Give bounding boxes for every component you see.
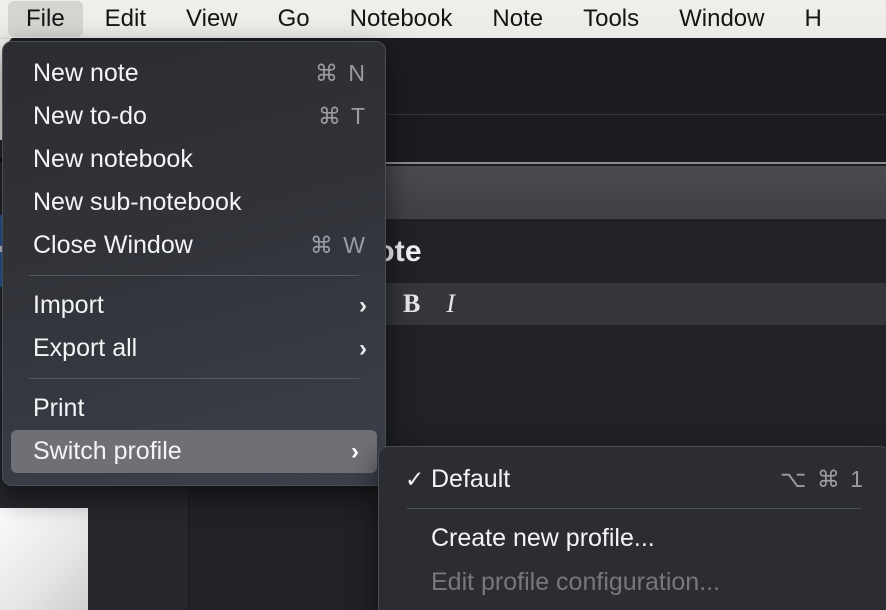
submenu-item-label: Create new profile... <box>431 524 865 553</box>
menu-item-shortcut: ⌘ N <box>315 60 367 87</box>
menu-item-print[interactable]: Print <box>3 387 385 430</box>
submenu-item-label: Edit profile configuration... <box>431 568 865 597</box>
menu-item-close-window[interactable]: Close Window ⌘ W <box>3 224 385 267</box>
menubar-item-help[interactable]: H <box>786 1 839 37</box>
menu-item-new-sub-notebook[interactable]: New sub-notebook <box>3 181 385 224</box>
chevron-right-icon: › <box>359 292 367 320</box>
submenu-item-create-new-profile[interactable]: Create new profile... <box>379 516 886 560</box>
switch-profile-submenu: ✓ Default ⌥ ⌘ 1 Create new profile... Ed… <box>378 446 886 610</box>
menubar-item-notebook[interactable]: Notebook <box>332 1 471 37</box>
checkmark-icon: ✓ <box>405 466 431 493</box>
menu-item-new-notebook[interactable]: New notebook <box>3 138 385 181</box>
menubar-item-tools[interactable]: Tools <box>565 1 657 37</box>
menu-item-label: Print <box>33 394 367 423</box>
menu-item-label: Import <box>33 291 359 320</box>
menu-item-import[interactable]: Import › <box>3 284 385 327</box>
menubar-item-edit[interactable]: Edit <box>87 1 164 37</box>
menubar-item-window[interactable]: Window <box>661 1 782 37</box>
chevron-right-icon: › <box>351 438 359 466</box>
file-menu-dropdown: New note ⌘ N New to-do ⌘ T New notebook … <box>2 41 386 486</box>
menu-item-label: Export all <box>33 334 359 363</box>
chevron-right-icon: › <box>359 335 367 363</box>
desktop-background <box>0 508 88 610</box>
menubar-item-go[interactable]: Go <box>260 1 328 37</box>
menubar-item-view[interactable]: View <box>168 1 256 37</box>
menu-item-new-note[interactable]: New note ⌘ N <box>3 52 385 95</box>
submenu-item-edit-profile-configuration: Edit profile configuration... <box>379 560 886 604</box>
menu-item-label: New sub-notebook <box>33 188 367 217</box>
menu-bar: File Edit View Go Notebook Note Tools Wi… <box>0 0 886 38</box>
menu-item-label: Switch profile <box>33 437 351 466</box>
menu-item-label: New to-do <box>33 102 318 131</box>
submenu-item-label: Default <box>431 465 780 494</box>
italic-icon[interactable]: I <box>446 289 455 319</box>
menubar-item-file[interactable]: File <box>8 1 83 37</box>
menubar-item-note[interactable]: Note <box>474 1 561 37</box>
menu-separator <box>29 275 359 276</box>
submenu-item-default[interactable]: ✓ Default ⌥ ⌘ 1 <box>379 457 886 501</box>
bold-icon[interactable]: B <box>403 289 420 319</box>
menu-item-export-all[interactable]: Export all › <box>3 327 385 370</box>
menu-item-new-to-do[interactable]: New to-do ⌘ T <box>3 95 385 138</box>
menu-item-label: New note <box>33 59 315 88</box>
menu-item-shortcut: ⌘ T <box>318 103 367 130</box>
screen: ith Google or enter address New to-do <box>0 0 886 610</box>
menu-separator <box>29 378 359 379</box>
menu-item-label: New notebook <box>33 145 367 174</box>
submenu-item-shortcut: ⌥ ⌘ 1 <box>780 466 865 493</box>
menu-item-switch-profile[interactable]: Switch profile › <box>11 430 377 473</box>
submenu-separator <box>407 508 861 509</box>
menu-item-label: Close Window <box>33 231 310 260</box>
menu-item-shortcut: ⌘ W <box>310 232 367 259</box>
